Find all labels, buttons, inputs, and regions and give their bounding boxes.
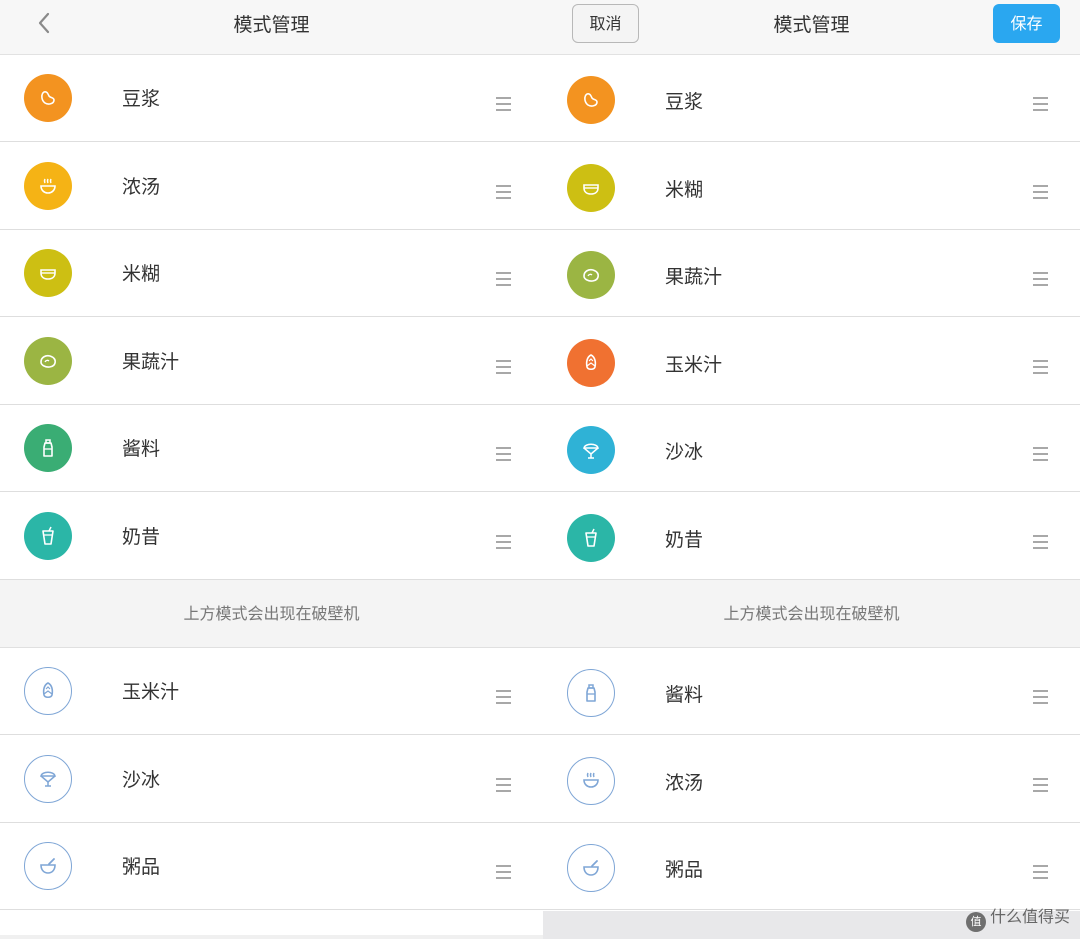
left-screen: 模式管理 豆浆浓汤米糊果蔬汁酱料奶昔 上方模式会出现在破壁机 玉米汁沙冰粥品 <box>0 0 543 939</box>
lemon-icon <box>567 251 615 299</box>
bottom-spacer <box>0 911 543 939</box>
mode-row[interactable]: 果蔬汁 <box>543 230 1080 317</box>
drag-handle-icon[interactable] <box>496 534 511 549</box>
mode-label: 奶昔 <box>665 528 704 551</box>
mode-row[interactable]: 米糊 <box>0 230 543 317</box>
mode-row[interactable]: 米糊 <box>543 142 1080 230</box>
mode-label: 豆浆 <box>665 91 704 113</box>
sauce-bottle-icon <box>567 669 615 717</box>
drag-handle-icon[interactable] <box>496 865 511 879</box>
mode-label: 酱料 <box>665 684 704 706</box>
drag-handle-icon[interactable] <box>496 359 511 374</box>
mode-label: 玉米汁 <box>665 353 723 376</box>
mode-label: 奶昔 <box>122 525 161 548</box>
nav-bar: 模式管理 <box>0 0 543 55</box>
mode-label: 酱料 <box>122 438 161 460</box>
milkshake-cup-icon <box>567 513 615 562</box>
right-screen: 取消 模式管理 保存 豆浆米糊果蔬汁玉米汁沙冰奶昔 上方模式会出现在破壁机 酱料… <box>543 0 1080 939</box>
drag-handle-icon[interactable] <box>496 447 511 461</box>
watermark-text: 什么值得买 <box>989 907 1070 926</box>
drag-handle-icon[interactable] <box>1033 447 1048 461</box>
mode-row[interactable]: 酱料 <box>0 405 543 492</box>
mode-label: 沙冰 <box>122 768 161 791</box>
porridge-bowl-icon <box>24 842 72 890</box>
rice-bowl-icon <box>567 163 615 212</box>
corn-icon <box>24 667 72 715</box>
mode-label: 沙冰 <box>665 441 704 463</box>
rice-bowl-icon <box>24 249 72 297</box>
nav-bar: 取消 模式管理 保存 <box>543 0 1080 55</box>
porridge-bowl-icon <box>567 844 615 892</box>
divider-hint: 上方模式会出现在破壁机 <box>543 580 1080 648</box>
drag-handle-icon[interactable] <box>1033 97 1048 111</box>
mode-row[interactable]: 奶昔 <box>0 492 543 580</box>
mode-row[interactable]: 果蔬汁 <box>0 317 543 405</box>
mode-label: 浓汤 <box>122 175 161 198</box>
mode-row[interactable]: 玉米汁 <box>543 317 1080 405</box>
mode-label: 米糊 <box>122 263 161 285</box>
mode-row[interactable]: 玉米汁 <box>0 648 543 735</box>
mode-row[interactable]: 浓汤 <box>0 142 543 230</box>
mode-label: 果蔬汁 <box>122 350 180 373</box>
ice-cream-icon <box>567 426 615 474</box>
drag-handle-icon[interactable] <box>496 97 511 111</box>
mode-label: 粥品 <box>665 859 704 881</box>
mode-label: 豆浆 <box>122 88 161 110</box>
lemon-icon <box>24 336 72 385</box>
drag-handle-icon[interactable] <box>1033 865 1048 879</box>
drag-handle-icon[interactable] <box>1033 777 1048 792</box>
watermark-logo-icon: 值 <box>965 912 986 932</box>
mode-row[interactable]: 豆浆 <box>0 55 543 142</box>
mode-label: 浓汤 <box>665 771 704 794</box>
mode-row[interactable]: 酱料 <box>543 648 1080 735</box>
mode-row[interactable]: 豆浆 <box>543 55 1080 142</box>
back-chevron-icon[interactable] <box>28 8 60 40</box>
soup-bowl-icon <box>24 161 72 210</box>
drag-handle-icon[interactable] <box>496 690 511 704</box>
watermark: 值什么值得买 <box>965 906 1070 932</box>
milkshake-cup-icon <box>24 511 72 560</box>
mode-label: 米糊 <box>665 178 704 201</box>
bean-icon <box>567 76 615 124</box>
mode-row[interactable]: 沙冰 <box>543 405 1080 492</box>
mode-row[interactable]: 浓汤 <box>543 735 1080 823</box>
mode-row[interactable]: 粥品 <box>543 823 1080 910</box>
soup-bowl-icon <box>567 756 615 805</box>
mode-row[interactable]: 沙冰 <box>0 735 543 823</box>
mode-row[interactable]: 粥品 <box>0 823 543 910</box>
drag-handle-icon[interactable] <box>496 777 511 792</box>
mode-row[interactable]: 奶昔 <box>543 492 1080 580</box>
save-button[interactable]: 保存 <box>993 4 1060 43</box>
drag-handle-icon[interactable] <box>1033 272 1048 286</box>
mode-label: 果蔬汁 <box>665 266 723 288</box>
drag-handle-icon[interactable] <box>1033 690 1048 704</box>
drag-handle-icon[interactable] <box>1033 534 1048 549</box>
page-title: 模式管理 <box>233 14 310 36</box>
sauce-bottle-icon <box>24 424 72 472</box>
mode-label: 玉米汁 <box>122 681 180 703</box>
drag-handle-icon[interactable] <box>496 184 511 199</box>
mode-label: 粥品 <box>122 856 161 878</box>
drag-handle-icon[interactable] <box>1033 359 1048 374</box>
drag-handle-icon[interactable] <box>1033 184 1048 199</box>
corn-icon <box>567 338 615 387</box>
ice-cream-icon <box>24 754 72 803</box>
drag-handle-icon[interactable] <box>496 272 511 286</box>
divider-hint: 上方模式会出现在破壁机 <box>0 580 543 648</box>
bean-icon <box>24 74 72 122</box>
